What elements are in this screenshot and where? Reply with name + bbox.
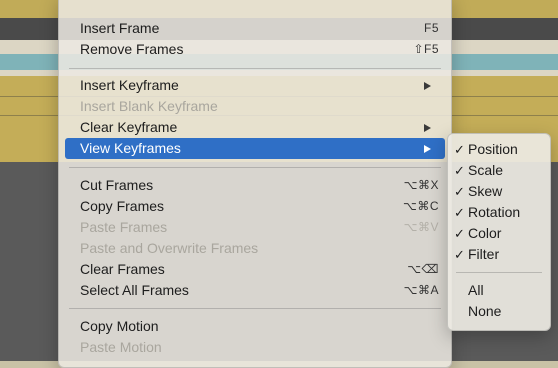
submenu-arrow-icon [424,145,431,153]
submenu-item-label: Scale [468,162,504,178]
submenu-item-label: Filter [468,246,500,262]
menu-item-shortcut: ⌥⌘X [403,178,439,192]
submenu-item-rotation[interactable]: ✓ Rotation [448,202,550,223]
menu-item-paste-and-overwrite-frames: Paste and Overwrite Frames [59,238,451,259]
submenu-item-none[interactable]: None [448,301,550,322]
menu-item-label: Paste and Overwrite Frames [80,240,259,256]
menu-separator [69,308,441,309]
menu-item-label: Insert Keyframe [80,77,179,93]
menu-item-label: View Keyframes [80,140,181,156]
submenu-item-label: Color [468,225,502,241]
submenu-item-scale[interactable]: ✓ Scale [448,160,550,181]
menu-separator [69,68,441,69]
menu-item-label: Copy Motion [80,318,159,334]
checkmark-icon: ✓ [454,184,465,199]
menu-item-insert-blank-keyframe: Insert Blank Keyframe [59,96,451,117]
menu-item-shortcut: ⌥⌫ [407,262,439,276]
menu-item-shortcut: F5 [423,21,439,35]
menu-item-copy-motion[interactable]: Copy Motion [59,316,451,337]
menu-item-paste-frames: Paste Frames ⌥⌘V [59,217,451,238]
menu-item-label: Clear Keyframe [80,119,178,135]
menu-item-label: Insert Blank Keyframe [80,98,218,114]
menu-item-label: Clear Frames [80,261,165,277]
menu-separator [69,167,441,168]
menu-item-label: Paste Motion [80,339,162,355]
menu-item-view-keyframes[interactable]: View Keyframes [65,138,445,159]
submenu-item-label: Rotation [468,204,521,220]
menu-item-label: Remove Frames [80,41,184,57]
submenu-arrow-icon [424,124,431,132]
menu-item-shortcut: ⇧F5 [413,42,439,56]
menu-item-label: Insert Frame [80,20,160,36]
submenu-item-skew[interactable]: ✓ Skew [448,181,550,202]
submenu-separator [456,272,542,273]
checkmark-icon: ✓ [454,163,465,178]
submenu-arrow-icon [424,82,431,90]
menu-item-cut-frames[interactable]: Cut Frames ⌥⌘X [59,175,451,196]
menu-item-copy-frames[interactable]: Copy Frames ⌥⌘C [59,196,451,217]
submenu-item-label: All [468,282,484,298]
submenu-item-all[interactable]: All [448,280,550,301]
menu-item-clear-keyframe[interactable]: Clear Keyframe [59,117,451,138]
menu-item-label: Paste Frames [80,219,168,235]
menu-item-label: Select All Frames [80,282,189,298]
menu-item-remove-frames[interactable]: Remove Frames ⇧F5 [59,39,451,60]
checkmark-icon: ✓ [454,205,465,220]
submenu-item-position[interactable]: ✓ Position [448,139,550,160]
menu-item-insert-frame[interactable]: Insert Frame F5 [59,18,451,39]
submenu-item-label: None [468,303,502,319]
menu-item-shortcut: ⌥⌘V [403,220,439,234]
menu-item-label: Cut Frames [80,177,154,193]
menu-item-label: Copy Frames [80,198,165,214]
menu-item-paste-motion: Paste Motion [59,337,451,358]
checkmark-icon: ✓ [454,142,465,157]
view-keyframes-submenu: ✓ Position ✓ Scale ✓ Skew ✓ Rotation ✓ C… [447,133,551,331]
submenu-item-color[interactable]: ✓ Color [448,223,550,244]
checkmark-icon: ✓ [454,226,465,241]
menu-item-clear-frames[interactable]: Clear Frames ⌥⌫ [59,259,451,280]
checkmark-icon: ✓ [454,247,465,262]
menu-item-insert-keyframe[interactable]: Insert Keyframe [59,75,451,96]
context-menu: Insert Frame F5 Remove Frames ⇧F5 Insert… [58,0,452,368]
menu-item-select-all-frames[interactable]: Select All Frames ⌥⌘A [59,280,451,301]
menu-item-shortcut: ⌥⌘A [403,283,439,297]
submenu-item-filter[interactable]: ✓ Filter [448,244,550,265]
submenu-item-label: Skew [468,183,503,199]
menu-item-shortcut: ⌥⌘C [403,199,439,213]
submenu-item-label: Position [468,141,518,157]
